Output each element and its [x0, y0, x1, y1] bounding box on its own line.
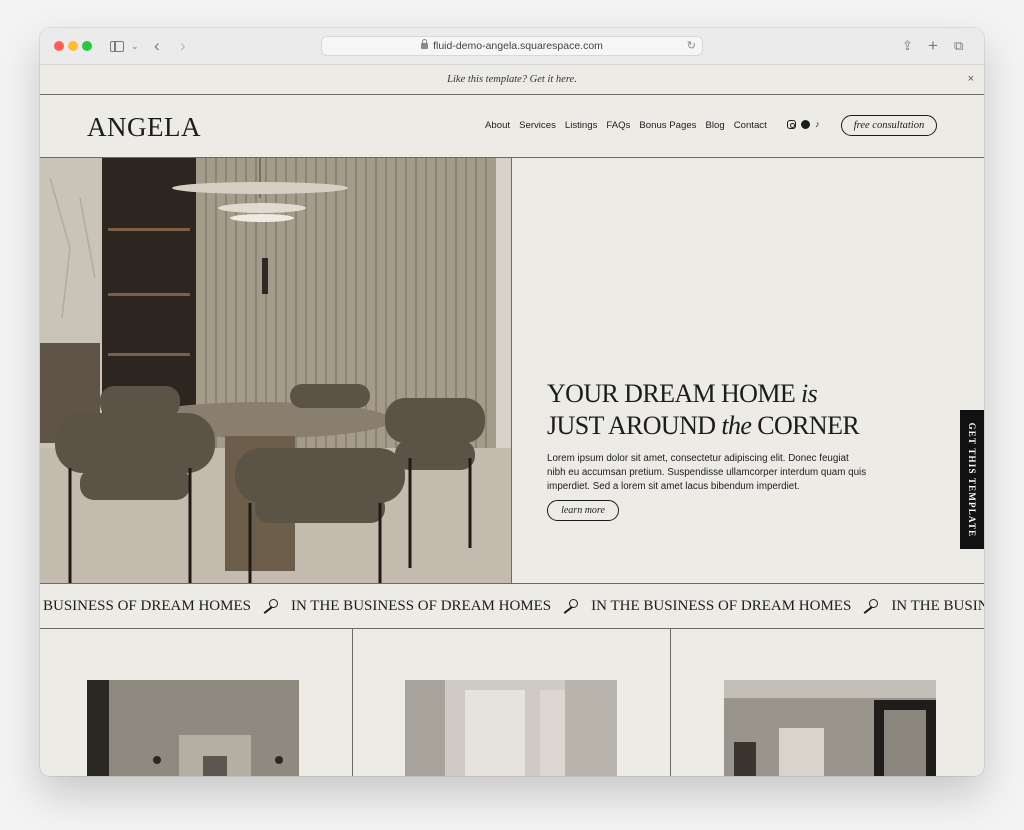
- social-links: ♪: [787, 120, 824, 129]
- marquee-item: IN THE BUSINESS OF DREAM HOMES: [290, 598, 552, 614]
- minimize-window-button[interactable]: [68, 41, 78, 51]
- close-window-button[interactable]: [54, 41, 64, 51]
- marquee-item: BUSINESS OF DREAM HOMES: [43, 598, 251, 614]
- lock-icon: [421, 39, 429, 49]
- address-bar[interactable]: fluid-demo-angela.squarespace.com ↻: [321, 36, 703, 56]
- nav-listings[interactable]: Listings: [565, 120, 598, 131]
- hero-image: [40, 158, 512, 583]
- nav-about[interactable]: About: [485, 120, 510, 131]
- listings-grid: [40, 629, 984, 776]
- get-template-tab[interactable]: GET THIS TEMPLATE: [960, 410, 984, 549]
- headline-text-3: CORNER: [751, 411, 860, 440]
- nav-bonus-pages[interactable]: Bonus Pages: [639, 120, 696, 131]
- nav-services[interactable]: Services: [519, 120, 556, 131]
- reload-icon[interactable]: ↻: [687, 37, 696, 55]
- pinterest-icon[interactable]: [801, 120, 810, 129]
- get-template-label: GET THIS TEMPLATE: [967, 422, 977, 537]
- close-icon[interactable]: ×: [968, 65, 974, 94]
- tiktok-icon[interactable]: ♪: [815, 120, 824, 129]
- main-nav: About Services Listings FAQs Bonus Pages Blog…: [485, 120, 776, 131]
- key-icon: [561, 599, 579, 611]
- forward-icon[interactable]: ›: [180, 37, 186, 55]
- headline-text-2: JUST AROUND: [547, 411, 722, 440]
- headline-text-1: YOUR DREAM HOME: [547, 379, 802, 408]
- hero-content: YOUR DREAM HOME is JUST AROUND the CORNE…: [513, 158, 984, 583]
- marquee-item: IN THE BUSINESS OF DREAM HOMES: [591, 598, 852, 614]
- promo-text[interactable]: Like this template? Get it here.: [447, 74, 577, 85]
- nav-blog[interactable]: Blog: [705, 120, 724, 131]
- hero-body: Lorem ipsum dolor sit amet, consectetur …: [547, 453, 867, 492]
- key-icon: [261, 599, 278, 611]
- chevron-down-icon[interactable]: ⌄: [131, 37, 139, 55]
- listing-image[interactable]: [724, 680, 936, 776]
- marquee-item: IN THE BUSINESS OF DREAM HOMI: [891, 598, 984, 614]
- nav-faqs[interactable]: FAQs: [606, 120, 630, 131]
- promo-bar[interactable]: Like this template? Get it here. ×: [40, 65, 984, 95]
- hero-headline: YOUR DREAM HOME is JUST AROUND the CORNE…: [547, 378, 860, 442]
- site-header: ANGELA About Services Listings FAQs Bonus Pa…: [40, 95, 984, 158]
- browser-toolbar: ⌄ ‹ › fluid-demo-angela.squarespace.com …: [40, 28, 984, 65]
- share-icon[interactable]: ⇪: [902, 37, 913, 55]
- marquee-banner: BUSINESS OF DREAM HOMES IN THE BUSINESS O…: [40, 583, 984, 629]
- column-divider: [352, 629, 353, 776]
- browser-window: ⌄ ‹ › fluid-demo-angela.squarespace.com …: [40, 28, 984, 776]
- maximize-window-button[interactable]: [82, 41, 92, 51]
- listing-image[interactable]: [405, 680, 617, 776]
- sidebar-toggle-icon[interactable]: [110, 41, 124, 52]
- tabs-overview-icon[interactable]: ⧉: [954, 37, 963, 55]
- column-divider: [670, 629, 671, 776]
- headline-italic-1: is: [801, 379, 818, 408]
- instagram-icon[interactable]: [787, 120, 796, 129]
- listing-image[interactable]: [87, 680, 299, 776]
- new-tab-icon[interactable]: +: [928, 37, 938, 55]
- learn-more-button[interactable]: learn more: [547, 500, 619, 521]
- key-icon: [861, 599, 879, 611]
- back-icon[interactable]: ‹: [154, 37, 160, 55]
- free-consultation-button[interactable]: free consultation: [841, 115, 937, 136]
- nav-contact[interactable]: Contact: [734, 120, 767, 131]
- site-logo[interactable]: ANGELA: [87, 112, 201, 143]
- headline-italic-2: the: [721, 411, 752, 440]
- address-url: fluid-demo-angela.squarespace.com: [433, 40, 603, 52]
